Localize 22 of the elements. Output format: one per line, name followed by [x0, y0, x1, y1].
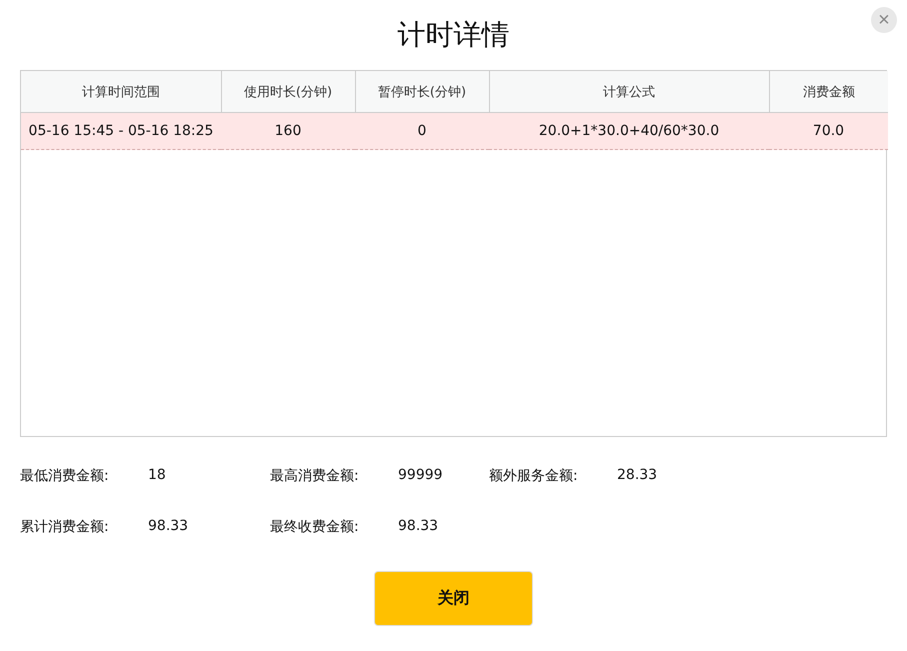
summary-label: 最高消费金额:	[270, 467, 360, 485]
summary-value: 18	[148, 467, 166, 485]
summary-value: 98.33	[398, 518, 438, 536]
table-cell: 05-16 15:45 - 05-16 18:25	[21, 112, 221, 150]
summary-value: 99999	[398, 467, 443, 485]
table-cell: 160	[221, 112, 355, 150]
column-header: 计算时间范围	[21, 71, 221, 112]
column-header: 消费金额	[769, 71, 888, 112]
column-header: 使用时长(分钟)	[221, 71, 355, 112]
summary-label: 最低消费金额:	[20, 467, 110, 485]
summary-value: 98.33	[148, 518, 188, 536]
column-header: 暂停时长(分钟)	[355, 71, 489, 112]
dialog-title: 计时详情	[398, 17, 510, 53]
summary-label: 累计消费金额:	[20, 518, 110, 536]
table-cell: 0	[355, 112, 489, 150]
table-cell: 20.0+1*30.0+40/60*30.0	[489, 112, 769, 150]
summary-label: 额外服务金额:	[489, 467, 579, 485]
summary-label: 最终收费金额:	[270, 518, 360, 536]
column-header: 计算公式	[489, 71, 769, 112]
table-cell: 70.0	[769, 112, 888, 150]
close-button[interactable]: 关闭	[374, 571, 533, 626]
summary-value: 28.33	[617, 467, 658, 485]
